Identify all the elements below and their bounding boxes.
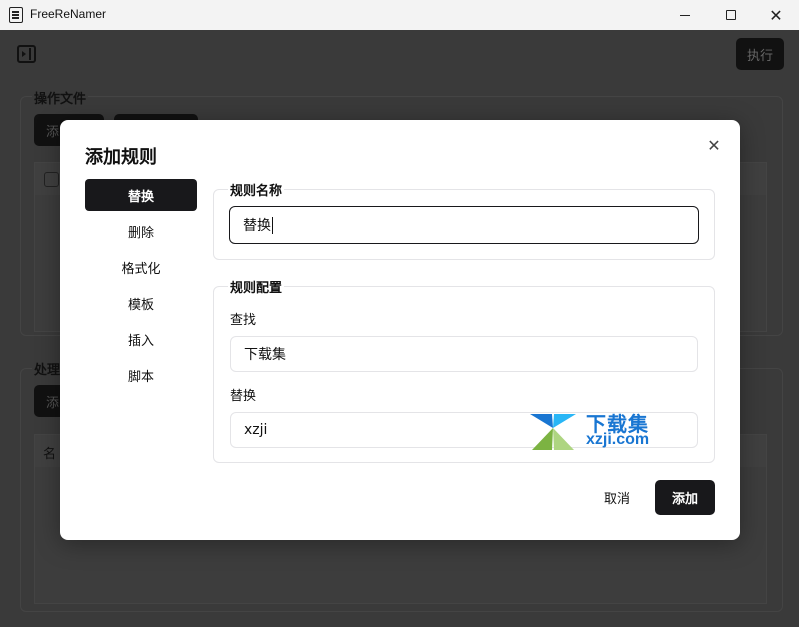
select-all-checkbox[interactable] <box>44 172 59 187</box>
maximize-button[interactable] <box>708 0 754 30</box>
watermark: 下载集 xzji.com <box>528 408 668 454</box>
sidebar-toggle-icon[interactable] <box>17 45 36 63</box>
minimize-button[interactable] <box>662 0 708 30</box>
watermark-en-text: xzji.com <box>586 431 650 448</box>
close-icon: ✕ <box>707 135 721 155</box>
tab-script[interactable]: 脚本 <box>85 359 197 391</box>
tab-delete[interactable]: 删除 <box>85 215 197 247</box>
column-name: 名 <box>43 447 57 462</box>
window-close-button[interactable]: ✕ <box>753 0 799 30</box>
tab-insert[interactable]: 插入 <box>85 323 197 355</box>
add-file-label: 添 <box>46 124 60 140</box>
close-icon: ✕ <box>769 5 783 25</box>
find-value: 下载集 <box>244 347 286 363</box>
replace-label: 替换 <box>230 389 257 404</box>
find-input[interactable]: 下载集 <box>230 336 698 372</box>
rule-name-input[interactable]: 替换 <box>229 206 699 244</box>
rule-config-legend: 规则配置 <box>228 277 285 296</box>
watermark-logo-icon <box>530 414 576 450</box>
title-bar: FreeReNamer ✕ <box>0 0 799 30</box>
dialog-title: 添加规则 <box>85 147 157 168</box>
maximize-icon <box>726 10 736 20</box>
window-title: FreeReNamer <box>30 7 107 21</box>
add-rule-dialog: 添加规则 ✕ 替换 删除 格式化 模板 插入 脚本 规则名称 替换 规则配置 查… <box>60 120 740 540</box>
minimize-icon <box>680 14 690 16</box>
rule-type-tabs: 替换 删除 格式化 模板 插入 脚本 <box>85 179 197 395</box>
add-rule-label: 添 <box>46 395 60 411</box>
find-label: 查找 <box>230 313 257 328</box>
add-button[interactable]: 添加 <box>655 480 715 515</box>
rule-name-value: 替换 <box>243 218 271 234</box>
dialog-close-button[interactable]: ✕ <box>705 135 723 155</box>
process-section-label: 处理 <box>32 359 63 378</box>
tab-format[interactable]: 格式化 <box>85 251 197 283</box>
tab-template[interactable]: 模板 <box>85 287 197 319</box>
text-caret <box>272 216 273 234</box>
execute-button[interactable]: 执行 <box>736 38 784 70</box>
files-section-label: 操作文件 <box>32 88 89 107</box>
tab-replace[interactable]: 替换 <box>85 179 197 211</box>
rule-name-legend: 规则名称 <box>228 180 285 199</box>
app-icon <box>9 7 23 23</box>
replace-value: xzji <box>244 422 268 438</box>
cancel-button[interactable]: 取消 <box>590 480 644 514</box>
